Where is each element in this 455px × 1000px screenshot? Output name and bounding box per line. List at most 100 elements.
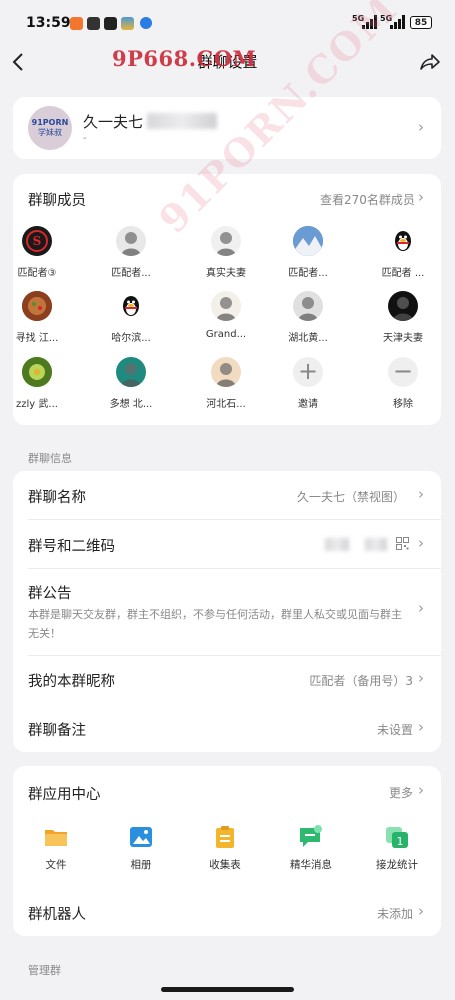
redacted-blur [325,538,349,551]
plus-icon: + [293,357,323,387]
app-label: 文件 [45,859,67,871]
chevron-right-icon: › [418,902,424,920]
group-remark-value: 未设置 [376,723,413,737]
app-label: 精华消息 [290,859,332,871]
clipboard-icon [212,824,238,850]
member-name: 匹配者... [288,268,328,279]
member-avatar [211,226,241,256]
remove-member-button[interactable]: − 移除 [370,357,436,417]
member-avatar [388,291,418,321]
member-item[interactable]: Grand... [193,291,259,351]
member-name: Grand... [205,329,247,340]
redacted-blur [365,538,387,551]
member-item[interactable]: 天津夫妻 [370,291,436,351]
group-name-value: 久一夫七（禁视图） [296,490,405,504]
my-nickname-value: 匹配者（备用号）3 [309,674,413,688]
member-item[interactable]: 哈尔滨... [98,291,164,351]
member-name: 多想 北... [109,399,153,410]
share-icon[interactable] [419,52,441,72]
members-card: 群聊成员 查看270名群成员 › S 匹配者③ 匹配者... 真实夫妻 匹配者... 匹配… [13,174,441,425]
home-indicator[interactable] [161,987,294,992]
chevron-right-icon: › [418,718,424,736]
group-robot-value: 未添加 [376,907,413,921]
member-name: 匹配者 ... [381,268,425,279]
chain-icon: 1 [384,824,410,850]
action-label: 移除 [393,399,413,410]
member-name: 寻找 江... [15,333,59,344]
chevron-right-icon: › [418,188,424,206]
group-name-label: 群聊名称 [28,490,86,506]
group-notice-row[interactable]: 群公告 本群是聊天交友群，群主不组织，不参与任何活动，群里人私交或见面与群主无关… [13,569,441,655]
invite-member-button[interactable]: + 邀请 [275,357,341,417]
group-robot-label: 群机器人 [28,907,86,923]
app-label: 相册 [130,859,152,871]
member-avatar [116,291,146,321]
member-name: 真实夫妻 [206,268,246,279]
chevron-right-icon: › [418,669,424,687]
photo-icon [128,824,154,850]
group-robot-row[interactable]: 群机器人 未添加 › [13,891,441,936]
member-item[interactable]: 河北石... [193,357,259,417]
section-label: 管理群 [28,964,61,977]
member-item[interactable]: 匹配者 ... [370,226,436,286]
member-item[interactable]: 湖北黄... [275,291,341,351]
group-avatar: 91PORN 学妹叔 [28,106,72,150]
app-notification-icon [87,17,100,30]
member-item[interactable]: 匹配者... [98,226,164,286]
app-notification-icon [70,17,83,30]
member-avatar [22,291,52,321]
status-time: 13:59 [26,15,71,31]
app-item-chat[interactable]: 精华消息 [276,824,346,874]
group-notice-text: 本群是聊天交友群，群主不组织，不参与任何活动，群里人私交或见面与群主无关！ [28,608,402,640]
app-item-folder[interactable]: 文件 [21,824,91,874]
apps-more-link[interactable]: 更多 [389,784,413,801]
group-notice-label: 群公告 [28,586,72,602]
group-qr-row[interactable]: 群号和二维码 › [13,520,441,568]
member-name: 匹配者③ [17,268,57,279]
member-avatar [211,357,241,387]
member-item[interactable]: 匹配者... [275,226,341,286]
member-item[interactable]: S 匹配者③ [4,226,70,286]
member-avatar [211,291,241,321]
chevron-right-icon: › [418,534,424,552]
view-all-members-link[interactable]: 查看270名群成员 [320,191,415,208]
app-label: 收集表 [209,859,241,871]
watermark-text: 9P668.COM [112,46,257,71]
chevron-right-icon: › [418,781,424,799]
svg-text:1: 1 [397,835,404,848]
member-avatar [388,226,418,256]
member-avatar [116,226,146,256]
member-item[interactable]: 真实夫妻 [193,226,259,286]
action-label: 邀请 [298,399,318,410]
member-name: 匹配者... [111,268,151,279]
app-notification-icon [121,17,134,30]
member-item[interactable]: 寻找 江... [4,291,70,351]
member-name: 天津夫妻 [383,333,423,344]
qr-code-icon [396,537,409,550]
app-item-chain[interactable]: 1 接龙统计 [362,824,432,874]
folder-icon [43,824,69,850]
group-name: 久一夫七 [83,113,144,131]
member-name: zzly 武... [16,399,58,410]
chevron-right-icon: › [418,599,424,617]
member-item[interactable]: zzly 武... [4,357,70,417]
member-name: 河北石... [206,399,246,410]
group-remark-label: 群聊备注 [28,723,86,739]
member-item[interactable]: 多想 北... [98,357,164,417]
member-avatar [22,357,52,387]
group-subtitle: - [83,133,87,144]
my-nickname-label: 我的本群昵称 [28,674,115,690]
member-avatar [293,226,323,256]
my-nickname-row[interactable]: 我的本群昵称 匹配者（备用号）3 › [13,656,441,704]
app-item-clipboard[interactable]: 收集表 [190,824,260,874]
members-title: 群聊成员 [28,193,86,209]
member-avatar [293,291,323,321]
section-label: 群聊信息 [28,452,72,465]
chat-icon [298,824,324,850]
battery-indicator: 85 [410,16,432,29]
avatar-text: 91PORN [31,118,69,127]
group-name-row[interactable]: 群聊名称 久一夫七（禁视图） › [13,471,441,519]
app-item-photo[interactable]: 相册 [106,824,176,874]
minus-icon: − [388,357,418,387]
group-remark-row[interactable]: 群聊备注 未设置 › [13,704,441,752]
